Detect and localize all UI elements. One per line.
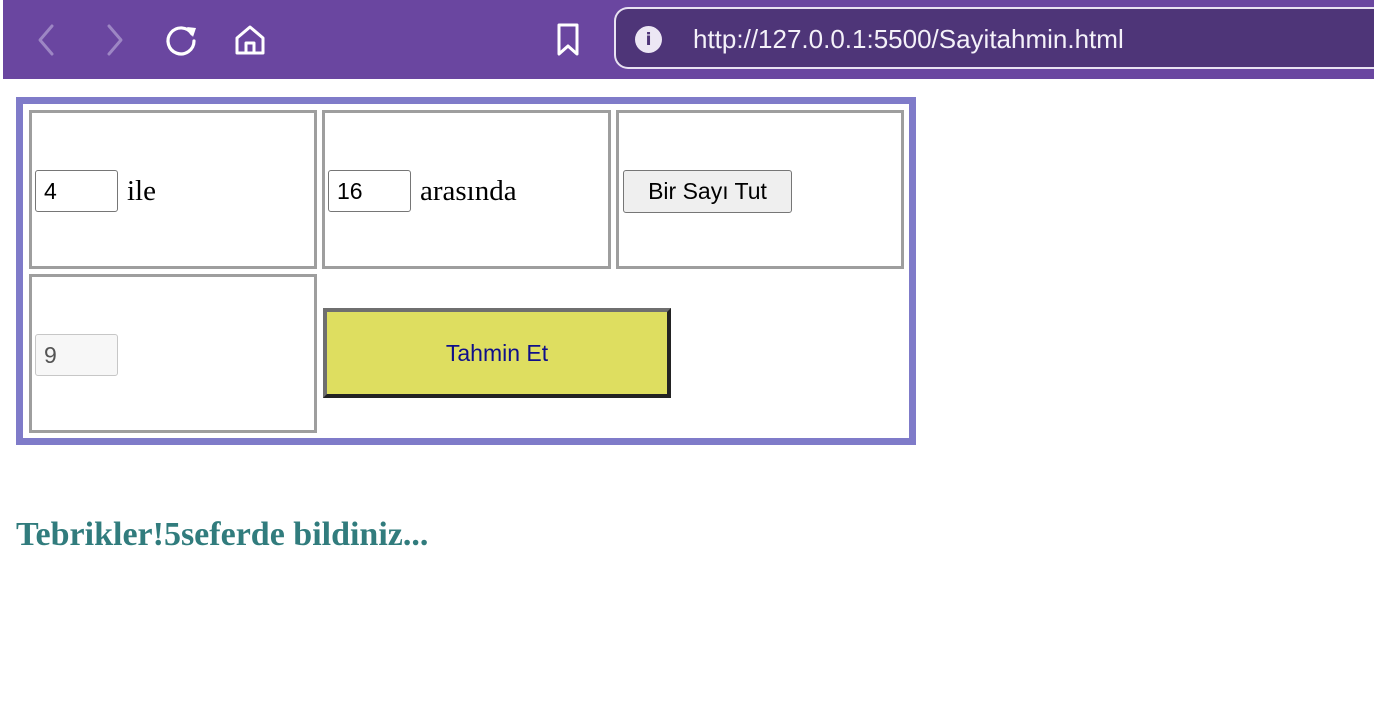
address-bar[interactable]: i http://127.0.0.1:5500/Sayitahmin.html bbox=[614, 7, 1374, 69]
guess-input: 9 bbox=[35, 334, 118, 376]
guess-input-cell: 9 bbox=[29, 274, 317, 433]
window-edge bbox=[0, 0, 3, 79]
result-message: Tebrikler!5seferde bildiniz... bbox=[16, 516, 429, 553]
min-value-label: ile bbox=[127, 175, 156, 207]
max-value-input[interactable]: 16 bbox=[328, 170, 411, 212]
info-icon[interactable]: i bbox=[635, 26, 662, 53]
bookmark-button[interactable] bbox=[548, 20, 588, 60]
reload-icon bbox=[166, 26, 196, 56]
reload-button[interactable] bbox=[161, 20, 201, 60]
pick-number-button[interactable]: Bir Sayı Tut bbox=[623, 170, 792, 213]
forward-button[interactable] bbox=[94, 20, 134, 60]
back-arrow-icon bbox=[38, 24, 54, 56]
forward-arrow-icon bbox=[107, 24, 123, 56]
pick-number-cell: Bir Sayı Tut bbox=[616, 110, 904, 269]
browser-toolbar: i http://127.0.0.1:5500/Sayitahmin.html bbox=[0, 0, 1374, 79]
url-text[interactable]: http://127.0.0.1:5500/Sayitahmin.html bbox=[693, 24, 1124, 55]
guess-button[interactable]: Tahmin Et bbox=[323, 308, 671, 398]
guess-game-table: 4 ile 16 arasında Bir Sayı Tut 9 Tahmin … bbox=[16, 97, 916, 445]
home-button[interactable] bbox=[230, 20, 270, 60]
bookmark-icon bbox=[557, 23, 579, 56]
max-value-label: arasında bbox=[420, 175, 517, 207]
min-value-cell: 4 ile bbox=[29, 110, 317, 269]
max-value-cell: 16 arasında bbox=[322, 110, 611, 269]
min-value-input[interactable]: 4 bbox=[35, 170, 118, 212]
home-icon bbox=[235, 25, 265, 55]
back-button[interactable] bbox=[27, 20, 67, 60]
